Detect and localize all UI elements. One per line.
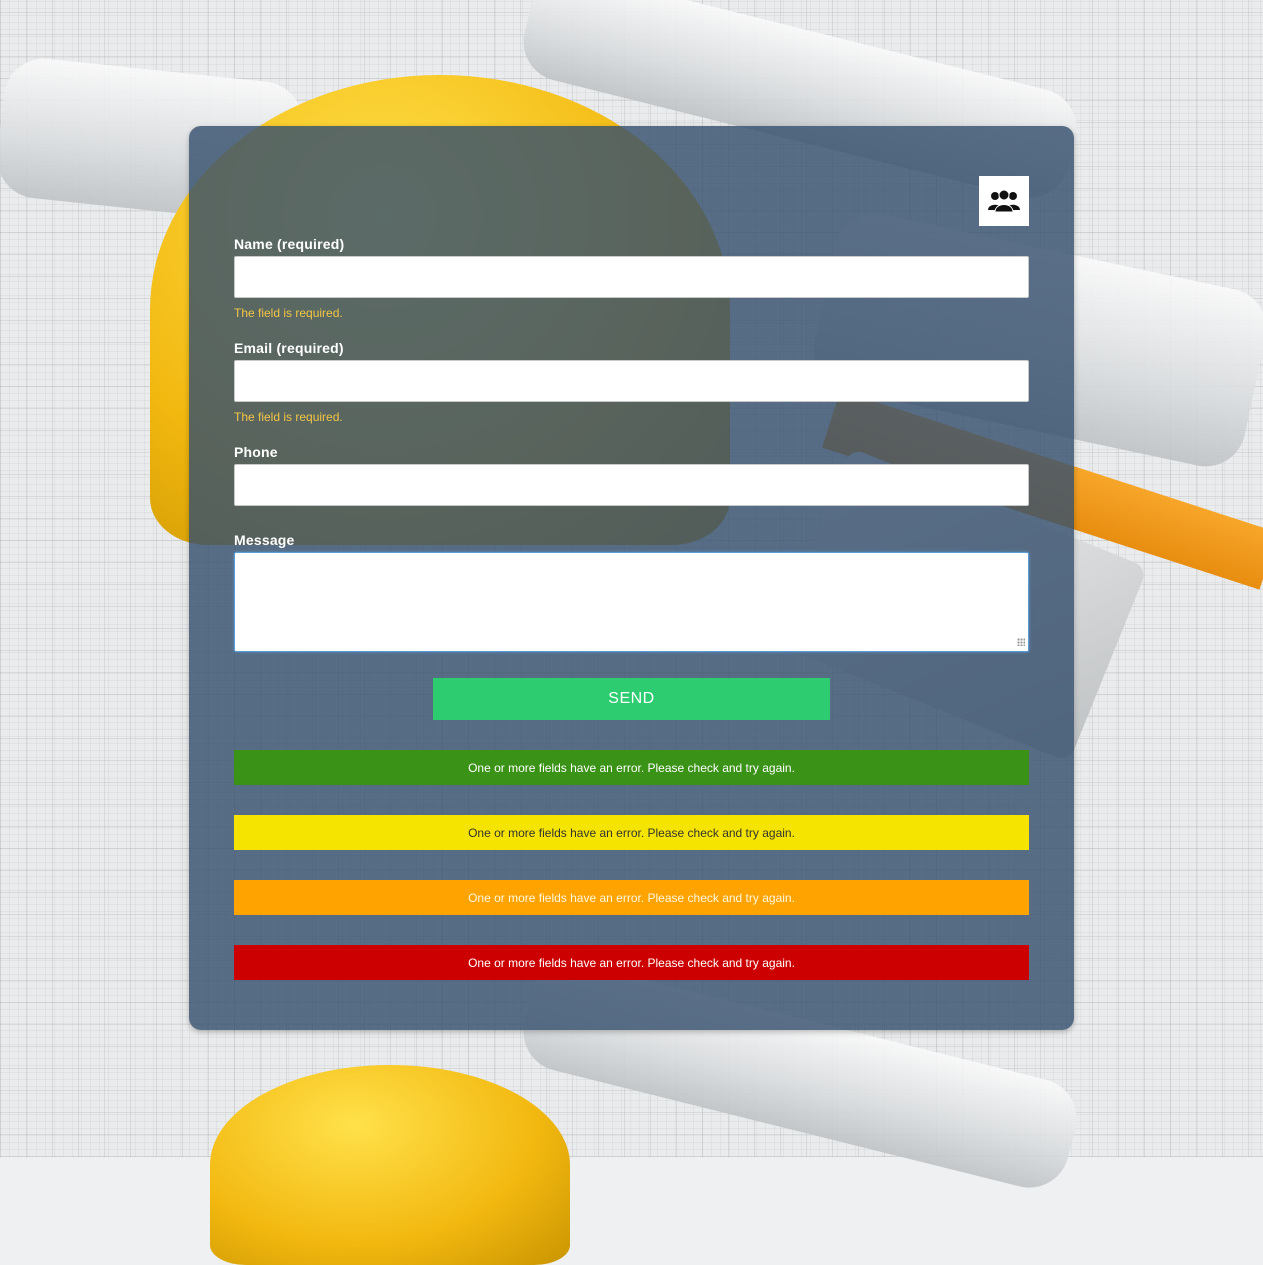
email-error: The field is required. (234, 410, 343, 424)
team-badge (979, 176, 1029, 226)
message-textarea[interactable] (234, 552, 1029, 652)
team-icon (988, 189, 1020, 213)
name-error: The field is required. (234, 306, 343, 320)
phone-input[interactable] (234, 464, 1029, 506)
name-label: Name (required) (234, 236, 345, 252)
name-input[interactable] (234, 256, 1029, 298)
notice-text: One or more fields have an error. Please… (468, 825, 795, 840)
notice-yellow: One or more fields have an error. Please… (234, 815, 1029, 850)
notice-text: One or more fields have an error. Please… (468, 890, 795, 905)
send-button[interactable]: SEND (433, 678, 830, 720)
hard-hat (210, 1065, 570, 1265)
email-label: Email (required) (234, 340, 344, 356)
email-input[interactable] (234, 360, 1029, 402)
phone-label: Phone (234, 444, 278, 460)
message-label: Message (234, 532, 295, 548)
notice-orange: One or more fields have an error. Please… (234, 880, 1029, 915)
notice-red: One or more fields have an error. Please… (234, 945, 1029, 980)
notice-text: One or more fields have an error. Please… (468, 760, 795, 775)
contact-form: Name (required) The field is required. E… (189, 126, 1074, 1030)
resize-grip[interactable] (1017, 638, 1025, 646)
notice-text: One or more fields have an error. Please… (468, 955, 795, 970)
notice-green: One or more fields have an error. Please… (234, 750, 1029, 785)
